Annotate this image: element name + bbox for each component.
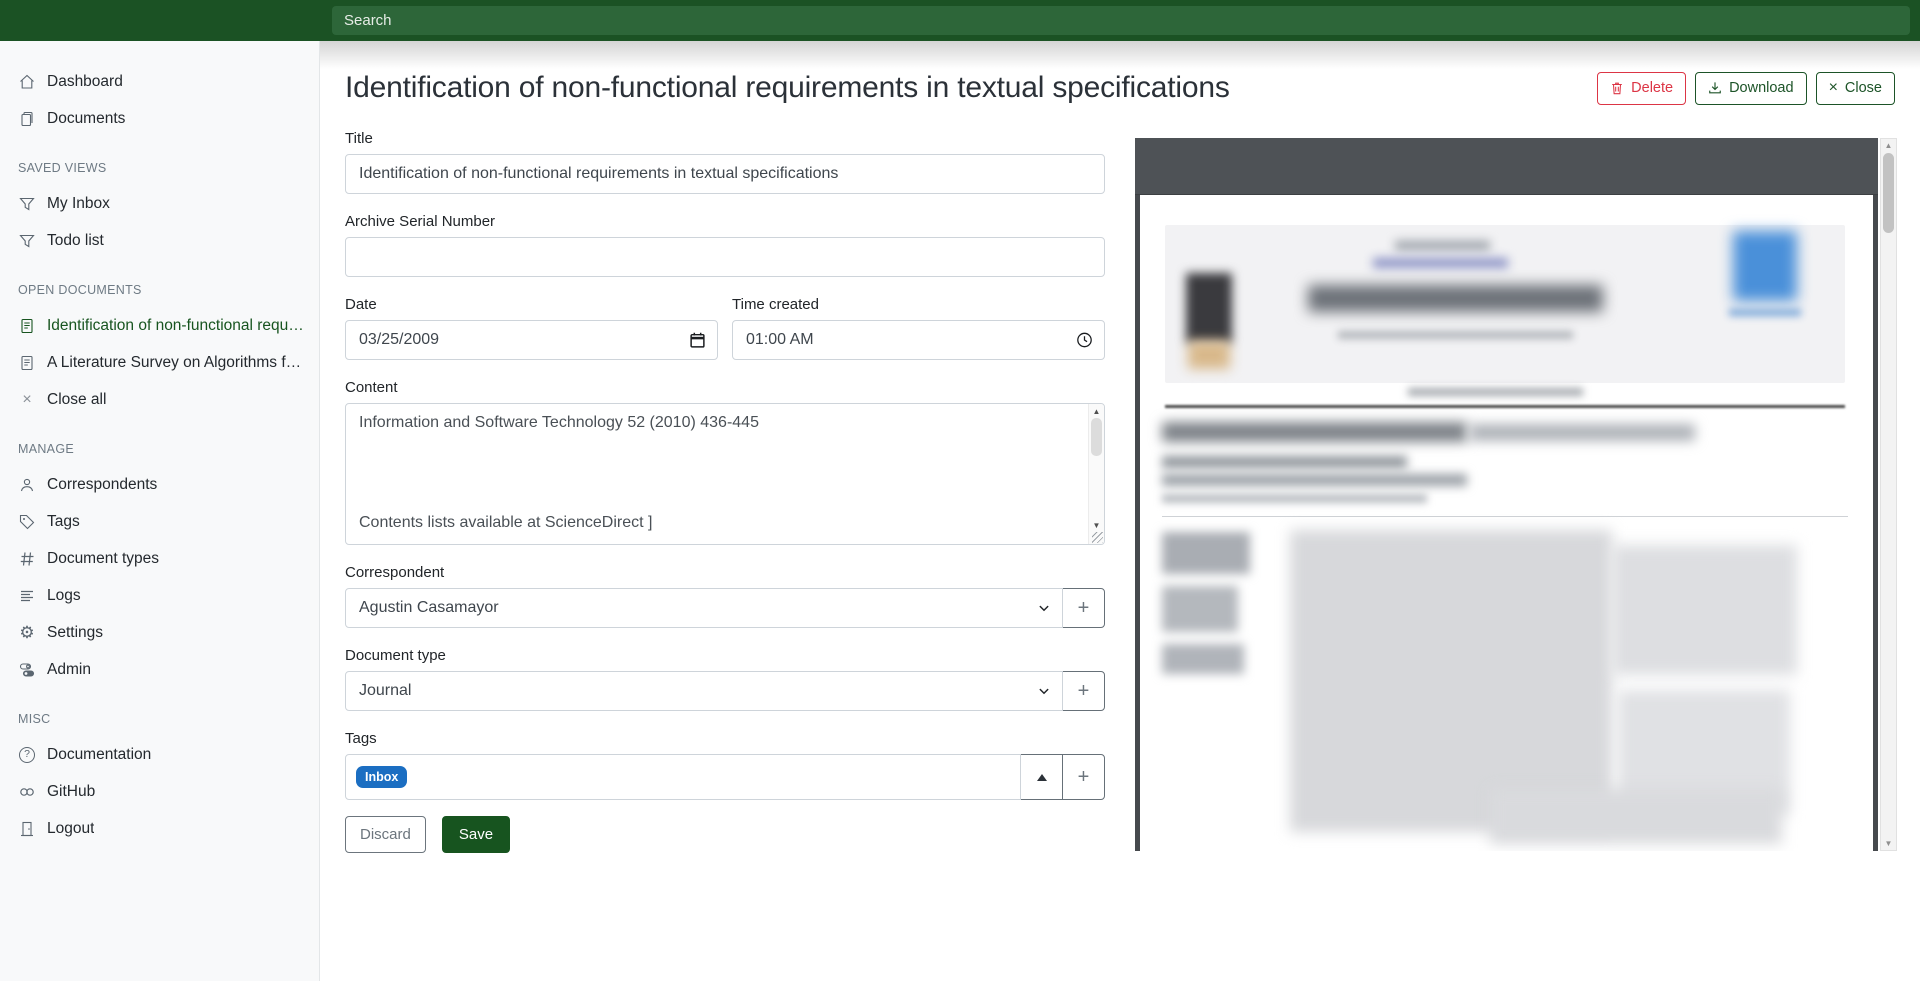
sidebar-open-doc-1[interactable]: Identification of non-functional require… (0, 307, 319, 344)
tags-dropdown-toggle[interactable] (1020, 754, 1063, 800)
scroll-up-arrow[interactable]: ▲ (1089, 407, 1104, 416)
tag-icon (18, 513, 36, 531)
calendar-icon[interactable] (689, 332, 706, 349)
close-icon: × (1829, 81, 1838, 95)
sidebar-item-github[interactable]: GitHub (0, 773, 319, 810)
document-type-select[interactable]: Journal (345, 671, 1063, 711)
sidebar-item-dashboard[interactable]: Dashboard (0, 63, 319, 100)
tags-label: Tags (345, 730, 1105, 747)
delete-button[interactable]: Delete (1597, 72, 1686, 105)
sidebar-header-open-documents: OPEN DOCUMENTS (0, 283, 319, 297)
scrollbar-thumb[interactable] (1883, 153, 1894, 233)
file-text-icon (18, 317, 36, 335)
sidebar-item-admin[interactable]: Admin (0, 651, 319, 688)
preview-scrollbar[interactable]: ▲ ▼ (1880, 138, 1897, 851)
files-icon (18, 110, 36, 128)
abstract-blurred (1290, 530, 1612, 832)
sidebar-item-documentation[interactable]: ? Documentation (0, 736, 319, 773)
download-button[interactable]: Download (1695, 72, 1807, 105)
link-icon (18, 783, 36, 801)
download-icon (1708, 81, 1722, 95)
chevron-down-icon (1038, 602, 1050, 614)
file-text-icon (18, 354, 36, 372)
correspondent-label: Correspondent (345, 564, 1105, 581)
content-scrollbar[interactable]: ▲ ▼ (1088, 404, 1104, 544)
time-label: Time created (732, 296, 1105, 313)
content-line-2: Contents lists available at ScienceDirec… (359, 514, 652, 532)
sidebar-item-logs[interactable]: Logs (0, 577, 319, 614)
asn-label: Archive Serial Number (345, 213, 1105, 230)
page-title: Identification of non-functional require… (345, 71, 1230, 105)
sidebar-item-close-all[interactable]: × Close all (0, 381, 319, 418)
sidebar-item-todo-list[interactable]: Todo list (0, 222, 319, 259)
pdf-preview-panel (1135, 138, 1878, 851)
content-label: Content (345, 379, 1105, 396)
time-input[interactable] (732, 320, 1105, 360)
scrollbar-thumb[interactable] (1091, 418, 1102, 456)
person-icon (18, 476, 36, 494)
sidebar-item-my-inbox[interactable]: My Inbox (0, 185, 319, 222)
correspondent-select[interactable]: Agustin Casamayor (345, 588, 1063, 628)
title-label: Title (345, 130, 1105, 147)
sidebar-header-manage: MANAGE (0, 442, 319, 456)
sciencedirect-logo-blurred (1733, 231, 1797, 301)
sidebar-header-misc: MISC (0, 712, 319, 726)
gear-icon: ⚙ (18, 624, 36, 642)
x-icon: × (18, 391, 36, 409)
scroll-down-arrow[interactable]: ▼ (1881, 839, 1896, 848)
add-correspondent-button[interactable]: + (1062, 588, 1105, 628)
toggles-icon (18, 661, 36, 679)
close-button[interactable]: × Close (1816, 72, 1895, 105)
house-icon (18, 73, 36, 91)
sidebar-item-correspondents[interactable]: Correspondents (0, 466, 319, 503)
top-navbar (0, 0, 1920, 41)
clock-icon[interactable] (1076, 332, 1093, 349)
content-line-1: Information and Software Technology 52 (… (359, 414, 759, 432)
question-circle-icon: ? (18, 746, 36, 764)
caret-up-icon (1037, 774, 1047, 781)
sidebar-item-document-types[interactable]: Document types (0, 540, 319, 577)
sidebar-open-doc-2[interactable]: A Literature Survey on Algorithms for Mu… (0, 344, 319, 381)
document-type-label: Document type (345, 647, 1105, 664)
date-label: Date (345, 296, 718, 313)
title-input[interactable] (345, 154, 1105, 194)
text-lines-icon (18, 587, 36, 605)
article-title-blurred (1162, 422, 1467, 442)
sidebar-item-settings[interactable]: ⚙ Settings (0, 614, 319, 651)
content-textarea[interactable]: Information and Software Technology 52 (… (345, 403, 1105, 545)
add-tag-button[interactable]: + (1062, 754, 1105, 800)
sidebar-item-tags[interactable]: Tags (0, 503, 319, 540)
publisher-logo-blurred (1186, 273, 1232, 343)
sidebar-item-logout[interactable]: Logout (0, 810, 319, 847)
document-actions: Delete Download × Close (1597, 72, 1895, 105)
sidebar-header-saved-views: SAVED VIEWS (0, 161, 319, 175)
asn-input[interactable] (345, 237, 1105, 277)
sidebar: Dashboard Documents SAVED VIEWS My Inbox… (0, 41, 320, 981)
pdf-page (1140, 195, 1873, 851)
pdf-viewer-toolbar (1135, 138, 1878, 195)
save-button[interactable]: Save (442, 816, 510, 853)
add-document-type-button[interactable]: + (1062, 671, 1105, 711)
document-edit-form: Title Archive Serial Number Date Time cr… (345, 130, 1105, 853)
main-content: Identification of non-functional require… (320, 41, 1920, 981)
scroll-down-arrow[interactable]: ▼ (1089, 521, 1104, 530)
chevron-down-icon (1038, 685, 1050, 697)
search-input[interactable] (332, 6, 1910, 35)
hash-icon (18, 550, 36, 568)
scroll-up-arrow[interactable]: ▲ (1881, 141, 1896, 150)
sidebar-item-documents[interactable]: Documents (0, 100, 319, 137)
door-icon (18, 820, 36, 838)
resize-grip[interactable] (1092, 532, 1103, 543)
trash-icon (1610, 81, 1624, 95)
authors-blurred (1162, 456, 1407, 468)
date-input[interactable] (345, 320, 718, 360)
tag-chip-inbox[interactable]: Inbox (356, 766, 407, 788)
journal-title-blurred (1308, 285, 1603, 312)
tags-input[interactable]: Inbox (345, 754, 1021, 800)
discard-button[interactable]: Discard (345, 816, 426, 853)
funnel-icon (18, 195, 36, 213)
funnel-icon (18, 232, 36, 250)
